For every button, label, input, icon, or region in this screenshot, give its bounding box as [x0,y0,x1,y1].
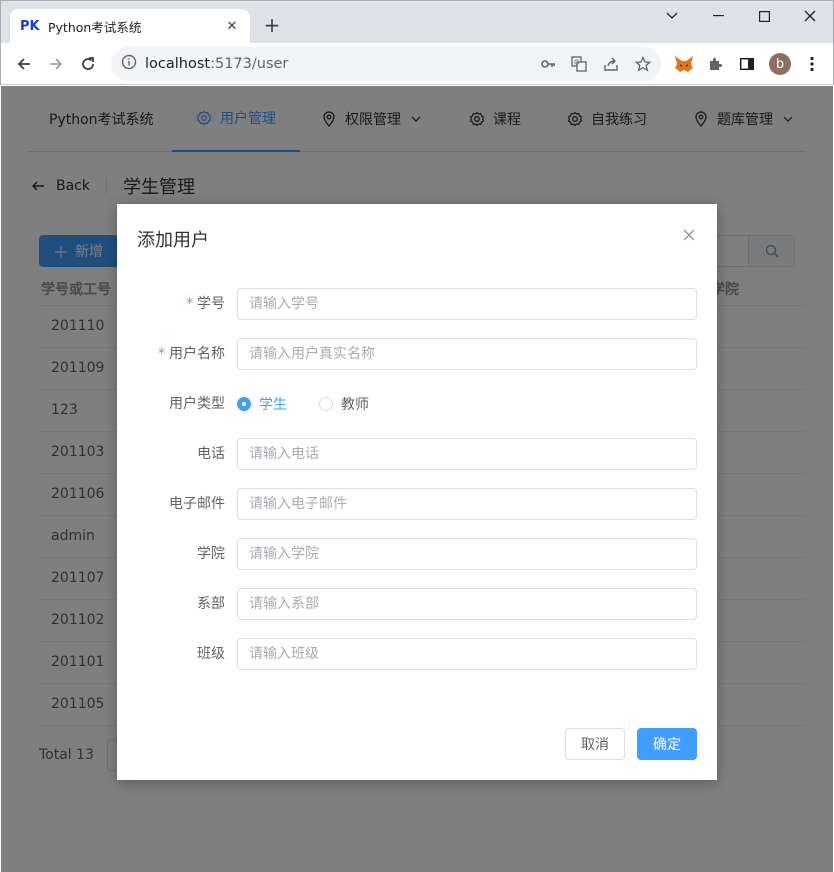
field-label: 学院 [197,546,225,562]
field-label: 用户类型 [169,396,225,412]
site-info-icon[interactable] [121,54,137,74]
window-close-icon[interactable] [787,5,833,27]
maximize-icon[interactable] [741,5,787,27]
back-arrow-icon[interactable] [13,53,35,75]
department-input[interactable] [237,588,697,620]
field-label: 系部 [197,596,225,612]
radio-unchecked-icon [319,397,333,411]
svg-text:G: G [574,59,579,67]
tab-title: Python考试系统 [48,20,142,35]
student-id-input[interactable] [237,288,697,320]
form-row-department: 系部 [137,588,697,620]
real-name-input[interactable] [237,338,697,370]
form-row-student-id: * 学号 [137,288,697,320]
field-label: * 用户名称 [158,346,225,362]
share-icon[interactable] [602,55,620,73]
translate-icon[interactable]: G [570,55,588,73]
browser-tabstrip: PK Python考试系统 ✕ + [0,0,834,44]
password-key-icon[interactable] [539,55,557,73]
url-text: localhost:5173/user [145,56,289,72]
tab-close-icon[interactable]: ✕ [224,19,240,34]
forward-arrow-icon[interactable] [45,53,67,75]
minimize-icon[interactable] [695,5,741,27]
phone-input[interactable] [237,438,697,470]
tab-favicon: PK [20,19,40,34]
required-asterisk: * [158,346,165,362]
tab-search-icon[interactable] [649,5,695,27]
form-row-class: 班级 [137,638,697,670]
radio-student[interactable]: 学生 [237,394,287,414]
form-row-email: 电子邮件 [137,488,697,520]
new-tab-icon[interactable]: + [261,14,283,36]
field-label: 电话 [197,446,225,462]
close-icon[interactable] [682,228,696,242]
radio-checked-icon [237,397,251,411]
cancel-button[interactable]: 取消 [565,728,625,760]
form-row-real-name: * 用户名称 [137,338,697,370]
bookmark-star-icon[interactable] [634,55,652,73]
form-row-user-type: 用户类型 学生 教师 [137,388,697,420]
metamask-fox-icon[interactable] [673,53,695,75]
required-asterisk: * [186,296,193,312]
college-input[interactable] [237,538,697,570]
side-panel-icon[interactable] [736,53,758,75]
field-label: * 学号 [186,296,225,312]
radio-label: 学生 [259,397,287,413]
confirm-button[interactable]: 确定 [637,728,697,760]
class-input[interactable] [237,638,697,670]
dialog-title: 添加用户 [137,230,209,251]
radio-label: 教师 [341,397,369,413]
address-bar[interactable]: localhost:5173/user G [111,47,661,81]
radio-teacher[interactable]: 教师 [319,394,369,414]
add-user-dialog: 添加用户 *学号 *用户名称 用户类型 学生 教师 电话 电子邮件 [117,204,717,780]
profile-avatar[interactable]: b [769,53,791,75]
form-row-college: 学院 [137,538,697,570]
email-field[interactable] [237,488,697,520]
reload-icon[interactable] [77,53,99,75]
browser-menu-icon[interactable] [801,53,823,75]
user-type-radio-group: 学生 教师 [237,388,401,420]
form-row-phone: 电话 [137,438,697,470]
field-label: 电子邮件 [169,496,225,512]
extensions-puzzle-icon[interactable] [704,53,726,75]
field-label: 班级 [197,646,225,662]
browser-toolbar: localhost:5173/user G b [0,43,834,85]
browser-tab[interactable]: PK Python考试系统 ✕ [10,9,250,44]
